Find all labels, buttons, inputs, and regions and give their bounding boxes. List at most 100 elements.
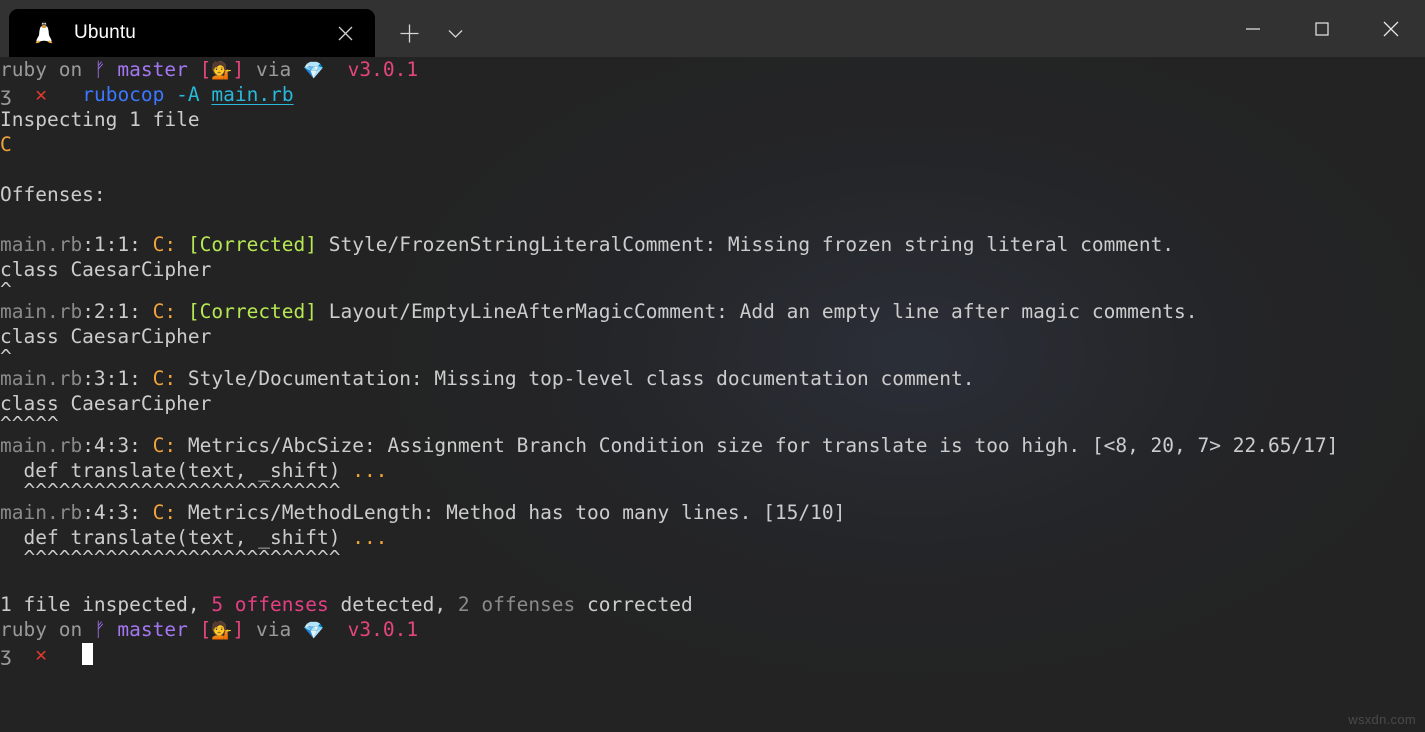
offense-source-row: class CaesarCipher: [0, 257, 1425, 282]
command-program: rubocop: [82, 83, 165, 106]
offense-severity: C:: [152, 233, 177, 256]
offense-caret-row: ^: [0, 282, 12, 299]
offense-source: class CaesarCipher: [0, 392, 212, 415]
window-titlebar: Ubuntu: [0, 0, 1425, 57]
offense-loc: :4:3:: [82, 434, 141, 457]
offense-source-ellipsis: ...: [352, 526, 388, 549]
gem-emoji-icon: 💎: [303, 621, 325, 641]
tab-title-label: Ubuntu: [74, 22, 136, 43]
offense-source-ellipsis: ...: [352, 459, 388, 482]
minimize-button[interactable]: [1218, 0, 1287, 57]
prompt-bracket-open: [: [199, 618, 212, 641]
offense-file: main.rb: [0, 434, 83, 457]
terminal-output-pane[interactable]: ruby on ᚠ master [💁] via 💎 v3.0.1 ʒ ✕ ru…: [0, 57, 1425, 732]
offense-source: class CaesarCipher: [0, 325, 212, 348]
spacer-line-2: [0, 207, 1425, 232]
summary-part-2: detected,: [328, 593, 458, 616]
offense-message: Metrics/AbcSize: Assignment Branch Condi…: [187, 434, 1339, 457]
tab-dropdown-button[interactable]: [432, 9, 478, 57]
offense-source-row: class CaesarCipher: [0, 391, 1425, 416]
offense-source: def translate(text, _shift): [0, 526, 353, 549]
offense-corrected-badge: [Corrected]: [187, 233, 318, 256]
prompt-line-top: ruby on ᚠ master [💁] via 💎 v3.0.1: [0, 57, 1425, 82]
command-file-arg: main.rb: [211, 83, 294, 106]
prompt-bracket-open: [: [199, 58, 212, 81]
offense-severity: C:: [152, 501, 177, 524]
output-summary-line: 1 file inspected, 5 offenses detected, 2…: [0, 592, 1425, 617]
offense-message: Style/Documentation: Missing top-level c…: [187, 367, 975, 390]
terminal-tab-ubuntu[interactable]: Ubuntu: [9, 9, 375, 57]
offense-source-row: class CaesarCipher: [0, 324, 1425, 349]
prompt-fail-glyph-icon: ✕: [35, 83, 47, 106]
offense-caret-row: ^^^^^^^^^^^^^^^^^^^^^^^^^^^: [0, 483, 341, 500]
offense-file: main.rb: [0, 501, 83, 524]
offense-header-row: main.rb:3:1: C: Style/Documentation: Mis…: [0, 366, 1425, 391]
offense-severity: C:: [152, 367, 177, 390]
offense-header-row: main.rb:2:1: C: [Corrected] Layout/Empty…: [0, 299, 1425, 324]
offense-caret-row: ^^^^^: [0, 416, 59, 433]
prompt-char-glyph-icon: ʒ: [0, 643, 12, 666]
prompt-version: v3.0.1: [347, 58, 419, 81]
command-line: ʒ ✕ rubocop -A main.rb: [0, 82, 1425, 107]
offense-message: Metrics/MethodLength: Method has too man…: [187, 501, 846, 524]
summary-part-3: corrected: [575, 593, 693, 616]
prompt-version: v3.0.1: [347, 618, 419, 641]
spacer-line-1: [0, 157, 1425, 182]
spacer-line-3: [0, 567, 1425, 592]
gem-emoji-icon: 💎: [303, 61, 325, 81]
text-cursor: [82, 643, 94, 665]
output-offenses-header: Offenses:: [0, 183, 106, 206]
prompt-via: via: [256, 618, 292, 641]
offense-loc: :2:1:: [82, 300, 141, 323]
offense-severity: C:: [152, 300, 177, 323]
summary-offenses-corrected: 2 offenses: [457, 593, 576, 616]
offense-severity: C:: [152, 434, 177, 457]
prompt-char-glyph-icon: ʒ: [0, 83, 12, 106]
window-controls: [1218, 0, 1425, 57]
output-inspecting: Inspecting 1 file: [0, 108, 200, 131]
offense-source-row: def translate(text, _shift) ...: [0, 458, 1425, 483]
prompt-bracket-close: ]: [232, 618, 245, 641]
maximize-button[interactable]: [1287, 0, 1356, 57]
prompt-bracket-close: ]: [232, 58, 245, 81]
prompt-lang: ruby: [0, 58, 47, 81]
prompt-on: on: [58, 618, 83, 641]
offense-header-row: main.rb:1:1: C: [Corrected] Style/Frozen…: [0, 232, 1425, 257]
new-tab-button[interactable]: [386, 9, 432, 57]
git-status-emoji-icon: 💁: [211, 621, 233, 641]
close-button[interactable]: [1356, 0, 1425, 57]
offense-file: main.rb: [0, 233, 83, 256]
prompt-lang: ruby: [0, 618, 47, 641]
prompt-branch: master: [117, 618, 188, 641]
offense-header-row: main.rb:4:3: C: Metrics/MethodLength: Me…: [0, 500, 1425, 525]
offense-file: main.rb: [0, 300, 83, 323]
offense-caret-row: ^: [0, 349, 12, 366]
summary-offenses-detected: 5 offenses: [211, 593, 329, 616]
offense-loc: :3:1:: [82, 367, 141, 390]
prompt-on: on: [58, 58, 83, 81]
offense-caret-row: ^^^^^^^^^^^^^^^^^^^^^^^^^^^: [0, 550, 341, 567]
branch-glyph-icon: ᚠ: [93, 58, 106, 81]
offense-file: main.rb: [0, 367, 83, 390]
prompt-via: via: [256, 58, 292, 81]
offense-source: def translate(text, _shift): [0, 459, 353, 482]
offense-loc: :1:1:: [82, 233, 141, 256]
offense-header-row: main.rb:4:3: C: Metrics/AbcSize: Assignm…: [0, 433, 1425, 458]
output-progress-marker: C: [0, 133, 12, 156]
offense-message: Layout/EmptyLineAfterMagicComment: Add a…: [328, 300, 1198, 323]
tab-close-icon[interactable]: [323, 11, 367, 55]
command-flag: -A: [176, 83, 200, 106]
offense-message: Style/FrozenStringLiteralComment: Missin…: [328, 233, 1175, 256]
terminal-text-buffer: ruby on ᚠ master [💁] via 💎 v3.0.1 ʒ ✕ ru…: [0, 57, 1425, 667]
summary-part-1: 1 file inspected,: [0, 593, 212, 616]
tab-strip: Ubuntu: [0, 0, 478, 57]
offense-source: class CaesarCipher: [0, 258, 212, 281]
offense-source-row: def translate(text, _shift) ...: [0, 525, 1425, 550]
branch-glyph-icon: ᚠ: [93, 618, 106, 641]
ubuntu-tux-icon: [32, 21, 56, 45]
prompt-branch: master: [117, 58, 188, 81]
watermark-label: wsxdn.com: [1348, 712, 1416, 727]
offense-loc: :4:3:: [82, 501, 141, 524]
prompt-fail-glyph-icon: ✕: [35, 643, 47, 666]
terminal-input-line[interactable]: ʒ ✕: [0, 642, 1425, 667]
